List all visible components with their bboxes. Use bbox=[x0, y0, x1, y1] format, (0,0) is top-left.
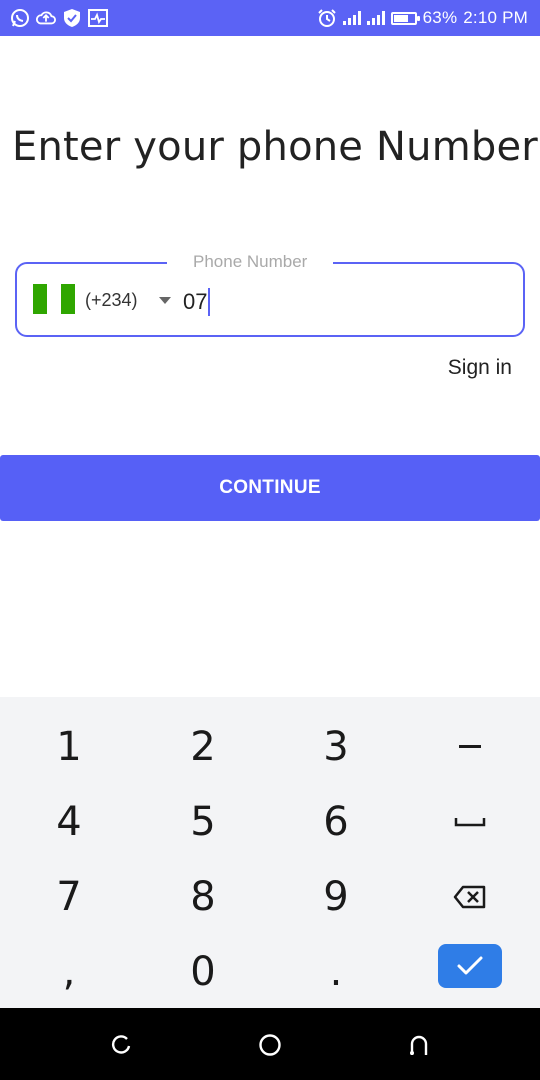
numeric-keypad: 1 2 3 4 5 6 7 8 9 , 0 . bbox=[0, 697, 540, 1008]
status-notification-icons bbox=[10, 8, 108, 28]
backspace-icon bbox=[453, 885, 486, 909]
key-5[interactable]: 5 bbox=[143, 787, 263, 857]
phone-number-label: Phone Number bbox=[167, 252, 334, 272]
alarm-icon bbox=[317, 8, 337, 28]
key-period[interactable]: . bbox=[276, 937, 396, 1007]
done-key[interactable] bbox=[438, 944, 502, 988]
status-bar: 63% 2:10 PM bbox=[0, 0, 540, 36]
dash-icon bbox=[459, 745, 481, 748]
page-title: Enter your phone Number bbox=[12, 124, 538, 170]
country-dial-code[interactable]: (+234) bbox=[85, 290, 138, 311]
chevron-down-icon[interactable] bbox=[159, 297, 171, 304]
key-6[interactable]: 6 bbox=[276, 787, 396, 857]
phone-number-input[interactable] bbox=[183, 286, 503, 318]
battery-percent: 63% bbox=[422, 8, 458, 27]
key-0[interactable]: 0 bbox=[143, 937, 263, 1007]
signal-icon-sim1 bbox=[342, 11, 361, 25]
key-7[interactable]: 7 bbox=[9, 862, 129, 932]
sign-in-link[interactable]: Sign in bbox=[448, 356, 512, 380]
nigeria-flag-icon[interactable] bbox=[33, 284, 75, 314]
key-1[interactable]: 1 bbox=[9, 712, 129, 782]
continue-button[interactable]: CONTINUE bbox=[0, 455, 540, 521]
status-system-icons: 63% 2:10 PM bbox=[317, 8, 528, 28]
home-icon[interactable] bbox=[257, 1032, 283, 1058]
text-cursor bbox=[208, 288, 210, 316]
key-backspace[interactable] bbox=[410, 862, 530, 932]
whatsapp-icon bbox=[10, 8, 30, 28]
key-space[interactable] bbox=[410, 787, 530, 857]
recent-apps-icon[interactable] bbox=[108, 1032, 134, 1058]
key-2[interactable]: 2 bbox=[143, 712, 263, 782]
phone-number-field[interactable]: Phone Number (+234) bbox=[15, 252, 525, 337]
key-comma[interactable]: , bbox=[9, 937, 129, 1007]
battery-level bbox=[393, 14, 408, 22]
space-icon bbox=[454, 818, 486, 827]
activity-icon bbox=[88, 8, 108, 28]
signal-icon-sim2 bbox=[366, 11, 385, 25]
key-3[interactable]: 3 bbox=[276, 712, 396, 782]
check-icon bbox=[457, 956, 483, 975]
navigation-bar bbox=[0, 1008, 540, 1080]
clock-time: 2:10 PM bbox=[463, 8, 528, 27]
key-9[interactable]: 9 bbox=[276, 862, 396, 932]
back-icon[interactable] bbox=[406, 1032, 432, 1058]
cloud-upload-icon bbox=[36, 8, 56, 28]
key-4[interactable]: 4 bbox=[9, 787, 129, 857]
key-dash[interactable] bbox=[410, 712, 530, 782]
key-8[interactable]: 8 bbox=[143, 862, 263, 932]
battery-icon bbox=[390, 11, 420, 25]
shield-check-icon bbox=[62, 8, 82, 28]
